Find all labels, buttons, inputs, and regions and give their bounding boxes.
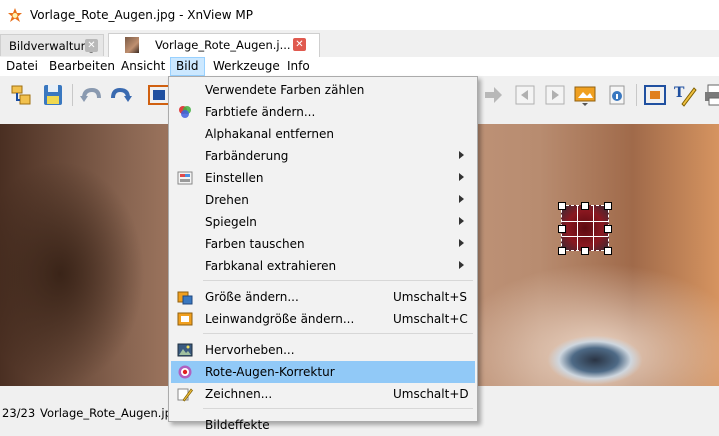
menu-item-label: Spiegeln [205, 215, 257, 229]
draw-icon [177, 388, 193, 402]
resize-handle[interactable] [604, 225, 612, 233]
menu-item-adjust[interactable]: Einstellen [171, 167, 475, 189]
image-count: 23/23 [2, 406, 36, 420]
menu-item-label: Hervorheben... [205, 343, 295, 357]
tab-label: Vorlage_Rote_Augen.j... [155, 38, 291, 52]
browse-folder-icon[interactable] [8, 82, 34, 108]
submenu-arrow-icon [459, 195, 464, 203]
red-eye-selection[interactable] [561, 205, 609, 251]
menu-item-remove-alpha[interactable]: Alphakanal entfernen [171, 123, 475, 145]
menu-item-enhance[interactable]: Hervorheben... [171, 339, 475, 361]
menu-bar: Datei Bearbeiten Ansicht Bild Werkzeuge … [0, 57, 719, 76]
menu-item-label: Farbkanal extrahieren [205, 259, 337, 273]
menu-item-label: Größe ändern... [205, 290, 299, 304]
save-icon[interactable] [40, 82, 66, 108]
menu-separator [203, 333, 473, 334]
crop-icon[interactable] [642, 82, 668, 108]
color-depth-icon [179, 106, 191, 118]
menu-item-extract-channel[interactable]: Farbkanal extrahieren [171, 255, 475, 277]
menu-item-rotate[interactable]: Drehen [171, 189, 475, 211]
highlight-icon [177, 343, 193, 357]
menu-item-label: Leinwandgröße ändern... [205, 312, 355, 326]
status-filename: Vorlage_Rote_Augen.jpg [40, 406, 180, 420]
menu-item-shortcut: Umschalt+S [393, 290, 467, 304]
menu-item-color-depth[interactable]: Farbtiefe ändern... [171, 101, 475, 123]
close-icon[interactable]: ✕ [85, 39, 98, 52]
svg-text:T: T [674, 85, 685, 101]
resize-handle[interactable] [604, 202, 612, 210]
menu-item-label: Drehen [205, 193, 249, 207]
menu-item-label: Alphakanal entfernen [205, 127, 334, 141]
toolbar-divider [636, 84, 637, 106]
menu-item-label: Farbänderung [205, 149, 289, 163]
menu-item-label: Verwendete Farben zählen [205, 83, 365, 97]
title-bar: Vorlage_Rote_Augen.jpg - XnView MP [0, 0, 719, 30]
adjust-icon [177, 171, 193, 185]
resize-handle[interactable] [558, 202, 566, 210]
close-icon[interactable]: ✕ [293, 38, 306, 51]
menu-item-label: Einstellen [205, 171, 264, 185]
resize-handle[interactable] [581, 247, 589, 255]
menu-werkzeuge[interactable]: Werkzeuge [208, 57, 285, 76]
menu-datei[interactable]: Datei [1, 57, 43, 76]
menu-separator [203, 280, 473, 281]
menu-item-resize[interactable]: Größe ändern... Umschalt+S [171, 286, 475, 308]
resize-handle[interactable] [558, 225, 566, 233]
undo-icon[interactable] [78, 82, 104, 108]
menu-separator [203, 408, 473, 409]
menu-item-label: Rote-Augen-Korrektur [205, 365, 335, 379]
image-thumbnail [125, 37, 139, 53]
redo-icon[interactable] [108, 82, 134, 108]
submenu-arrow-icon [459, 217, 464, 225]
submenu-arrow-icon [459, 173, 464, 181]
resize-handle[interactable] [581, 202, 589, 210]
resize-handle[interactable] [604, 247, 612, 255]
menu-ansicht[interactable]: Ansicht [116, 57, 170, 76]
menu-item-mirror[interactable]: Spiegeln [171, 211, 475, 233]
submenu-arrow-icon [459, 151, 464, 159]
menu-item-shortcut: Umschalt+D [393, 387, 469, 401]
next-image-icon[interactable] [542, 82, 568, 108]
window-title: Vorlage_Rote_Augen.jpg - XnView MP [30, 8, 253, 22]
menu-item-count-colors[interactable]: Verwendete Farben zählen [171, 79, 475, 101]
menu-bearbeiten[interactable]: Bearbeiten [44, 57, 120, 76]
menu-item-color-change[interactable]: Farbänderung [171, 145, 475, 167]
menu-info[interactable]: Info [282, 57, 315, 76]
canvas-size-icon [177, 312, 193, 326]
toolbar-divider [72, 84, 73, 106]
tab-bildverwaltung[interactable]: Bildverwaltung ✕ [0, 34, 104, 56]
bild-menu-dropdown: Verwendete Farben zählen Farbtiefe änder… [168, 76, 478, 432]
previous-image-icon[interactable] [512, 82, 538, 108]
menu-item-shortcut: Umschalt+C [393, 312, 468, 326]
menu-item-label: Bildeffekte [205, 418, 270, 432]
slideshow-icon[interactable] [572, 82, 598, 108]
menu-item-label: Farbtiefe ändern... [205, 105, 316, 119]
print-icon[interactable] [702, 82, 719, 108]
red-eye-icon [178, 365, 192, 379]
tab-label: Bildverwaltung [9, 39, 96, 53]
menu-item-label: Farben tauschen [205, 237, 305, 251]
menu-item-canvas-size[interactable]: Leinwandgröße ändern... Umschalt+C [171, 308, 475, 330]
menu-bild[interactable]: Bild [170, 57, 205, 76]
submenu-arrow-icon [459, 239, 464, 247]
tab-bar: Bildverwaltung ✕ Vorlage_Rote_Augen.j...… [0, 30, 719, 58]
menu-item-red-eye-correction[interactable]: Rote-Augen-Korrektur [171, 361, 475, 383]
tab-image[interactable]: Vorlage_Rote_Augen.j... ✕ [108, 33, 320, 57]
resize-handle[interactable] [558, 247, 566, 255]
menu-item-draw[interactable]: Zeichnen... Umschalt+D [171, 383, 475, 405]
submenu-arrow-icon [459, 261, 464, 269]
menu-item-label: Zeichnen... [205, 387, 273, 401]
arrow-right-icon[interactable] [480, 82, 506, 108]
resize-icon [177, 291, 193, 305]
xnview-logo-icon [8, 8, 22, 22]
menu-item-swap-colors[interactable]: Farben tauschen [171, 233, 475, 255]
properties-icon[interactable] [604, 82, 630, 108]
menu-item-image-effects[interactable]: Bildeffekte [171, 414, 475, 436]
edit-text-icon[interactable]: T [672, 82, 698, 108]
